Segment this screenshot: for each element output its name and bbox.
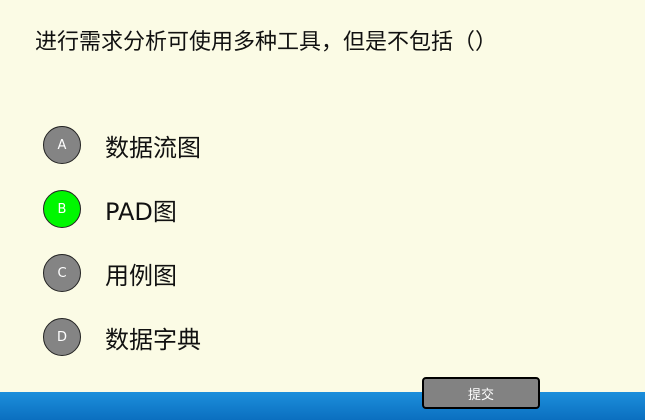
submit-button[interactable]: 提交 <box>422 377 540 409</box>
option-a-badge[interactable]: A <box>43 126 81 164</box>
option-b-badge[interactable]: B <box>43 190 81 228</box>
question-text: 进行需求分析可使用多种工具，但是不包括（） <box>35 30 498 55</box>
option-c[interactable]: C 用例图 <box>43 254 177 292</box>
option-b-label: PAD图 <box>105 197 177 226</box>
option-a[interactable]: A 数据流图 <box>43 126 201 164</box>
option-c-label: 用例图 <box>105 261 177 290</box>
taskbar <box>0 392 645 420</box>
option-a-label: 数据流图 <box>105 133 201 162</box>
option-d-badge[interactable]: D <box>43 318 81 356</box>
option-d[interactable]: D 数据字典 <box>43 318 201 356</box>
option-d-label: 数据字典 <box>105 325 201 354</box>
option-c-badge[interactable]: C <box>43 254 81 292</box>
option-b[interactable]: B PAD图 <box>43 190 177 228</box>
